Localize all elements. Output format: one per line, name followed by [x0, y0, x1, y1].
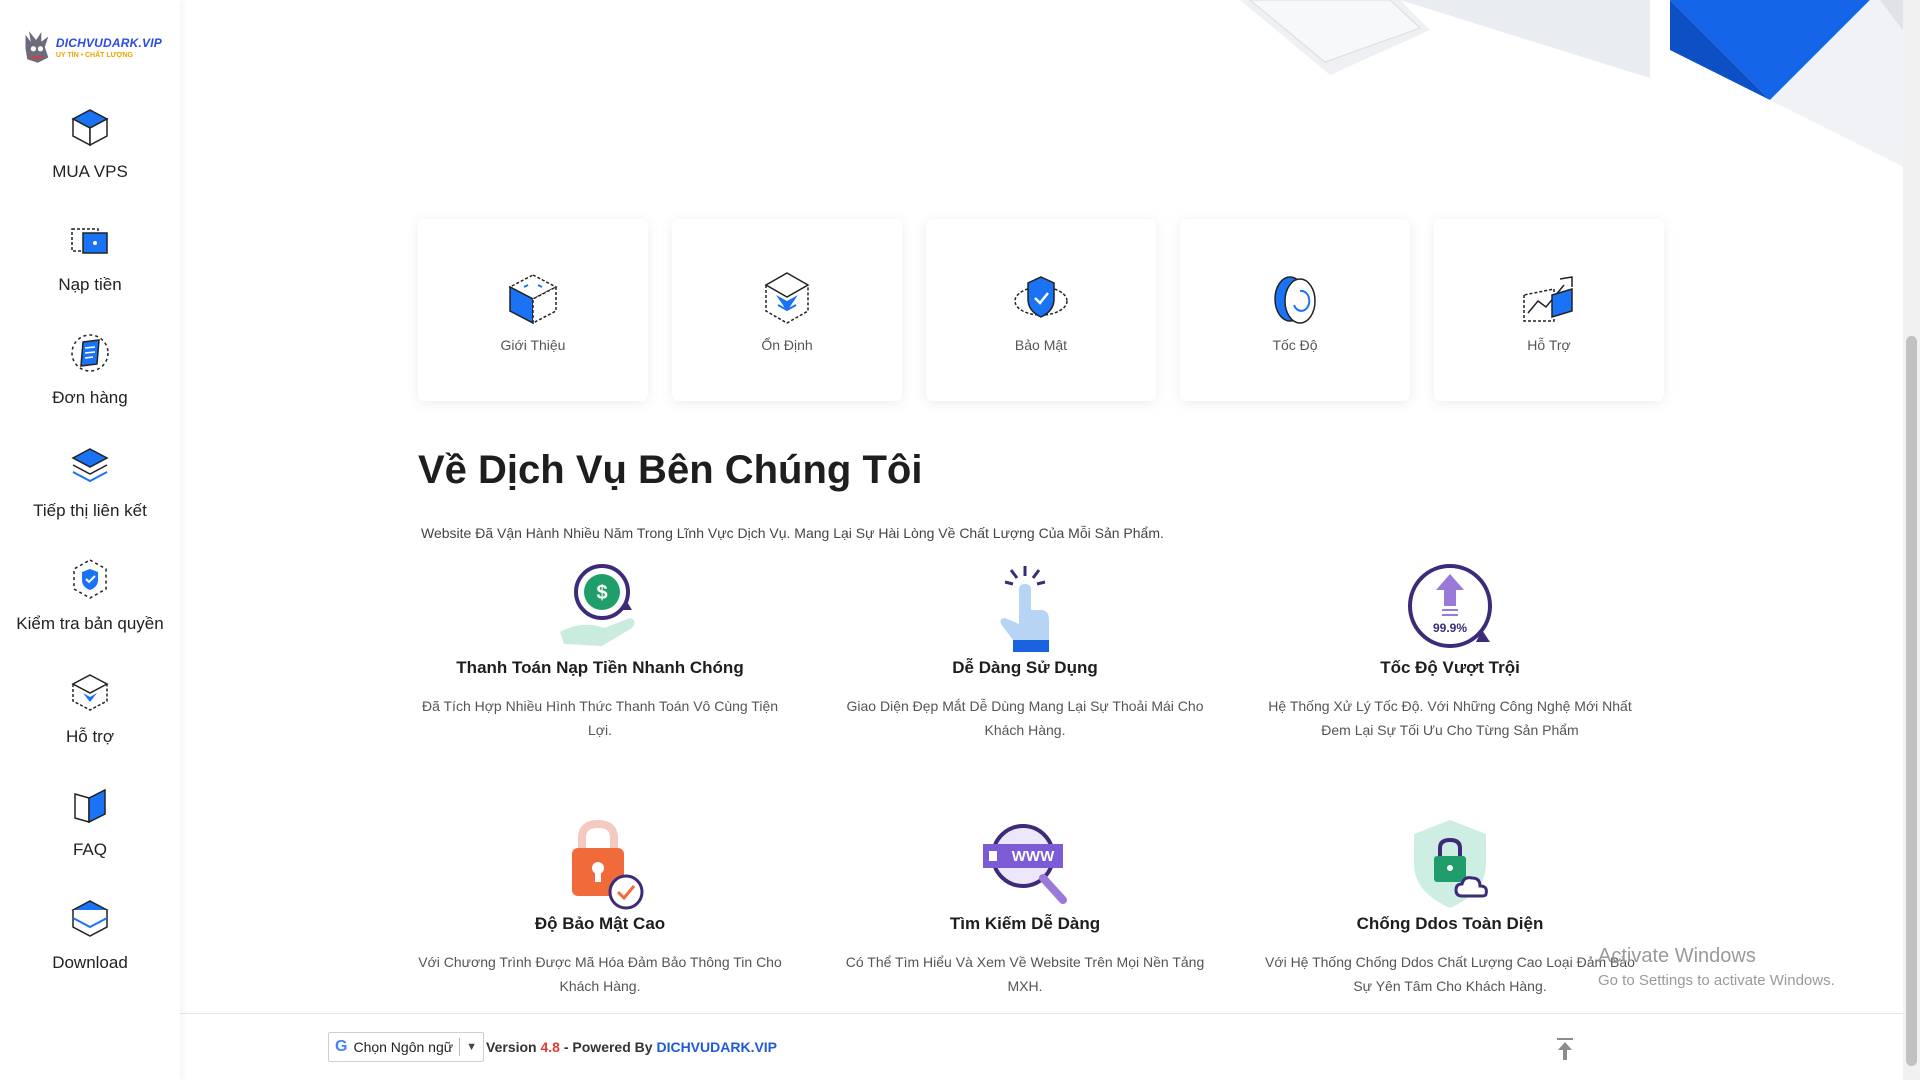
windows-activation-watermark: Activate Windows Go to Settings to activ…: [1598, 945, 1835, 989]
sidebar-item-faq[interactable]: FAQ: [0, 776, 180, 889]
watermark-title: Activate Windows: [1598, 945, 1756, 967]
sidebar-item-label: Hỗ trợ: [66, 727, 114, 746]
feature-cards: Giới Thiệu Ổn Định Bảo Mật Tốc Độ Hỗ Trợ: [418, 219, 1664, 401]
layers-icon: [71, 448, 109, 483]
speed-percent-text: 99.9%: [1433, 621, 1467, 635]
footer-divider: [180, 1013, 1903, 1014]
google-icon: G: [335, 1038, 348, 1055]
www-search-icon: WWW: [983, 824, 1067, 904]
svg-text:$: $: [596, 582, 607, 604]
card-label: Hỗ Trợ: [1527, 337, 1571, 353]
logo-mascot-icon: [25, 31, 49, 63]
feature-ddos: Chống Ddos Toàn Diện Với Hệ Thống Chống …: [1250, 816, 1650, 998]
sidebar-item-label: FAQ: [72, 840, 107, 859]
feature-text: Với Chương Trình Được Mã Hóa Đảm Bảo Thô…: [418, 954, 782, 994]
card-label: Tốc Độ: [1272, 337, 1318, 353]
stable-box-icon: [764, 272, 810, 324]
feature-text: Đã Tích Hợp Nhiều Hình Thức Thanh Toán V…: [421, 698, 779, 738]
sidebar-item-download[interactable]: Download: [0, 889, 180, 1002]
sidebar-item-label: Download: [52, 953, 128, 972]
feature-easy-use: Dễ Dàng Sử Dụng Giao Diện Đẹp Mắt Dễ Dùn…: [825, 560, 1225, 742]
security-shield-icon: [1014, 276, 1068, 318]
sidebar-item-label: Nạp tiền: [58, 275, 122, 294]
sidebar-item-don-hang[interactable]: Đơn hàng: [0, 324, 180, 437]
order-icon: [71, 334, 109, 372]
language-select-label: Chọn Ngôn ngữ: [353, 1039, 454, 1055]
logo-title: DICHVUDARK.VIP: [55, 35, 162, 50]
card-label: Ổn Định: [761, 337, 813, 353]
ddos-shield-cloud-icon: [1414, 820, 1488, 908]
sidebar-item-label: Tiếp thị liên kết: [33, 501, 147, 520]
section-title: Về Dịch Vụ Bên Chúng Tôi: [418, 448, 923, 492]
sidebar-item-mua-vps[interactable]: MUA VPS: [0, 98, 180, 211]
sidebar-item-ho-tro[interactable]: Hỗ trợ: [0, 663, 180, 776]
feature-text: Với Hệ Thống Chống Ddos Chất Lượng Cao L…: [1265, 954, 1635, 994]
speed-up-arrow-icon: 99.9%: [1408, 564, 1492, 648]
wallet-icon: [71, 228, 108, 254]
feature-title: Chống Ddos Toàn Diện: [1356, 914, 1544, 933]
card-gioi-thieu[interactable]: Giới Thiệu: [418, 219, 648, 401]
sidebar: DICHVUDARK.VIP UY TÍN • CHẤT LƯỢNG MUA V…: [0, 0, 180, 1080]
caret-down-icon: ▼: [466, 1041, 478, 1053]
sidebar-item-nap-tien[interactable]: Nạp tiền: [0, 211, 180, 324]
section-description: Website Đã Vận Hành Nhiều Năm Trong Lĩnh…: [421, 525, 1164, 541]
sidebar-item-label: Đơn hàng: [52, 388, 128, 407]
card-bao-mat[interactable]: Bảo Mật: [926, 219, 1156, 401]
card-on-dinh[interactable]: Ổn Định: [672, 219, 902, 401]
feature-title: Dễ Dàng Sử Dụng: [952, 658, 1098, 677]
touch-hand-icon: [1000, 566, 1049, 652]
back-to-top-icon[interactable]: [1554, 1036, 1576, 1062]
shield-check-icon: [73, 559, 107, 599]
support-chart-icon: [1523, 276, 1573, 322]
footer-version: Version 4.8 - Powered By DICHVUDARK.VIP: [486, 1039, 777, 1055]
version-prefix: Version: [486, 1039, 537, 1055]
feature-title: Tốc Độ Vượt Trội: [1380, 658, 1520, 677]
intro-cube-icon: [508, 274, 558, 325]
logo-subtitle: UY TÍN • CHẤT LƯỢNG: [55, 51, 133, 59]
feature-text: Có Thể Tìm Hiểu Và Xem Về Website Trên M…: [845, 954, 1205, 994]
card-label: Giới Thiệu: [500, 337, 566, 353]
feature-payment: $ Thanh Toán Nạp Tiền Nhanh Chóng Đã Tíc…: [400, 560, 800, 742]
scrollbar[interactable]: [1903, 0, 1920, 1080]
feature-speed: 99.9% Tốc Độ Vượt Trội Hệ Thống Xử Lý Tố…: [1250, 560, 1650, 742]
download-icon: [71, 900, 109, 937]
payment-coin-icon: $: [560, 564, 635, 646]
feature-title: Thanh Toán Nạp Tiền Nhanh Chóng: [456, 658, 744, 677]
feature-search: WWW Tìm Kiếm Dễ Dàng Có Thể Tìm Hiểu Và …: [825, 816, 1225, 998]
watermark-subtitle: Go to Settings to activate Windows.: [1598, 972, 1835, 989]
feature-text: Hệ Thống Xử Lý Tốc Độ. Với Những Công Ng…: [1268, 698, 1632, 738]
feature-text: Giao Diện Đẹp Mắt Dễ Dùng Mang Lại Sự Th…: [846, 698, 1204, 738]
brand-link[interactable]: DICHVUDARK.VIP: [656, 1039, 777, 1055]
cube-icon: [71, 109, 109, 147]
sidebar-nav: MUA VPS Nạp tiền Đơn hàng Tiếp thị liên …: [0, 98, 180, 1002]
feature-title: Tìm Kiếm Dễ Dàng: [949, 914, 1101, 933]
powered-by: - Powered By: [563, 1039, 653, 1055]
feature-title: Độ Bảo Mật Cao: [534, 914, 666, 933]
card-label: Bảo Mật: [1014, 337, 1068, 353]
card-toc-do[interactable]: Tốc Độ: [1180, 219, 1410, 401]
sidebar-item-tiep-thi-lien-ket[interactable]: Tiếp thị liên kết: [0, 437, 180, 550]
book-icon: [74, 788, 106, 824]
logo-text: DICHVUDARK.VIP UY TÍN • CHẤT LƯỢNG: [56, 36, 162, 59]
hero-illustration: [1240, 0, 1910, 170]
footer: G Chọn Ngôn ngữ ▼ Version 4.8 - Powered …: [328, 1032, 777, 1062]
logo[interactable]: DICHVUDARK.VIP UY TÍN • CHẤT LƯỢNG: [22, 22, 162, 72]
sidebar-item-label: Kiểm tra bản quyền: [16, 614, 164, 633]
support-icon: [71, 674, 109, 711]
language-select-divider: [459, 1038, 461, 1056]
speed-disc-icon: [1274, 276, 1316, 324]
sidebar-item-label: MUA VPS: [52, 162, 128, 181]
language-select[interactable]: G Chọn Ngôn ngữ ▼: [328, 1032, 485, 1062]
padlock-check-icon: [572, 819, 644, 910]
card-ho-tro[interactable]: Hỗ Trợ: [1434, 219, 1664, 401]
sidebar-item-kiem-tra-ban-quyen[interactable]: Kiểm tra bản quyền: [0, 550, 180, 663]
scrollbar-thumb[interactable]: [1906, 336, 1917, 1066]
www-text: WWW: [1012, 848, 1055, 865]
feature-security: Độ Bảo Mật Cao Với Chương Trình Được Mã …: [400, 816, 800, 998]
version-number: 4.8: [540, 1039, 560, 1055]
